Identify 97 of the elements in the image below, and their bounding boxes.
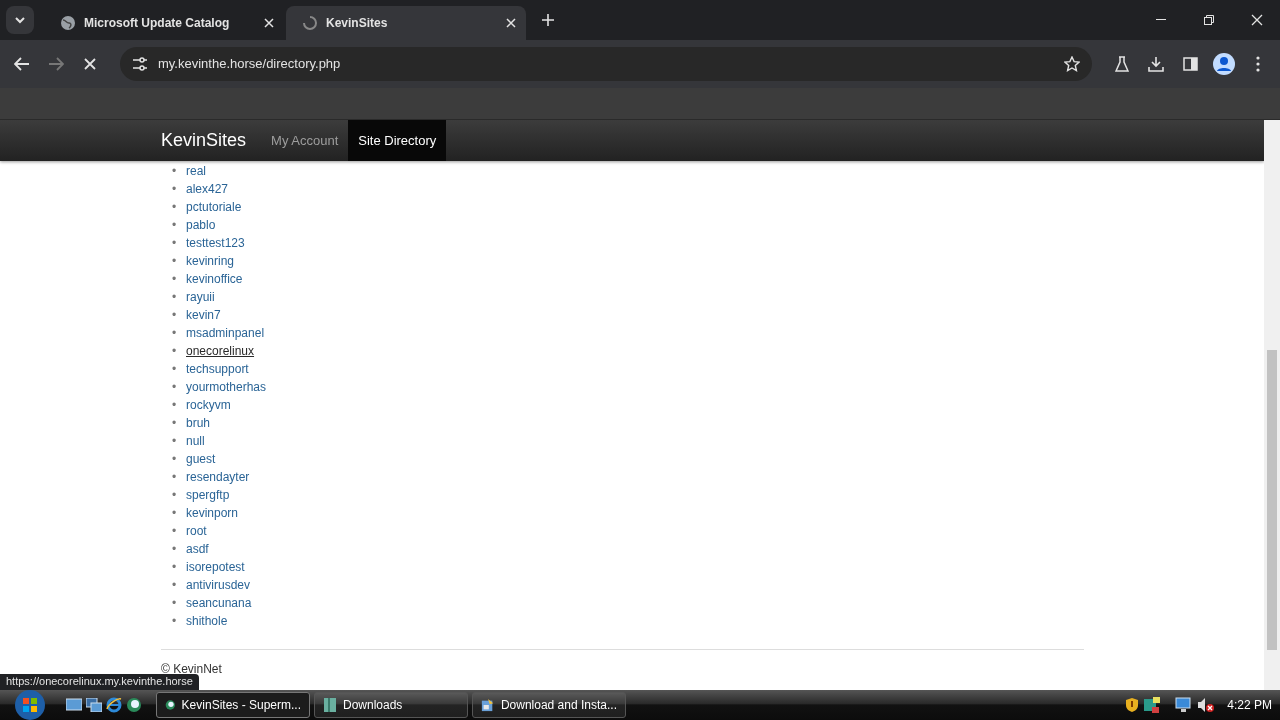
site-settings-icon xyxy=(132,57,148,71)
list-bullet: • xyxy=(172,379,178,396)
chevron-down-icon xyxy=(14,14,26,26)
list-bullet: • xyxy=(172,595,178,612)
list-bullet: • xyxy=(172,487,178,504)
site-link[interactable]: spergftp xyxy=(186,488,230,502)
close-icon[interactable] xyxy=(506,18,516,28)
tab-list-button[interactable] xyxy=(6,6,34,34)
site-link[interactable]: kevinporn xyxy=(186,506,239,520)
list-bullet: • xyxy=(172,433,178,450)
site-link[interactable]: yourmotherhas xyxy=(186,380,267,394)
list-bullet: • xyxy=(172,415,178,432)
list-bullet: • xyxy=(172,181,178,198)
site-link[interactable]: rayuii xyxy=(186,290,215,304)
clock: 4:22 PM xyxy=(1227,697,1272,714)
avatar-icon xyxy=(1213,53,1235,75)
scrollbar-thumb[interactable] xyxy=(1267,350,1277,650)
footer-text: © KevinNet xyxy=(161,662,223,676)
site-link[interactable]: null xyxy=(186,434,205,448)
site-link[interactable]: shithole xyxy=(186,614,228,628)
list-bullet: • xyxy=(172,505,178,522)
site-link[interactable]: msadminpanel xyxy=(186,326,265,340)
site-link[interactable]: root xyxy=(186,524,207,538)
installer-icon xyxy=(481,697,495,713)
show-desktop-icon[interactable] xyxy=(66,698,82,712)
browser-e-icon[interactable] xyxy=(106,697,122,713)
back-arrow-icon xyxy=(14,57,30,71)
site-link[interactable]: onecorelinux xyxy=(186,344,255,358)
browser-icon xyxy=(165,697,176,713)
list-bullet: • xyxy=(172,577,178,594)
site-link[interactable]: kevinring xyxy=(186,254,235,268)
list-bullet: • xyxy=(172,271,178,288)
list-bullet: • xyxy=(172,343,178,360)
profile-button[interactable] xyxy=(1210,50,1238,78)
volume-muted-icon[interactable] xyxy=(1197,697,1216,713)
site-link[interactable]: alex427 xyxy=(186,182,229,196)
close-icon[interactable] xyxy=(264,18,274,28)
site-link[interactable]: kevinoffice xyxy=(186,272,243,286)
address-bar[interactable]: my.kevinthe.horse/directory.php xyxy=(120,47,1092,81)
flask-icon xyxy=(1115,56,1129,72)
stop-icon xyxy=(84,58,96,70)
list-bullet: • xyxy=(172,469,178,486)
browser-tab[interactable]: Microsoft Update Catalog xyxy=(44,6,284,40)
download-icon xyxy=(1148,56,1164,72)
menu-icon xyxy=(1256,56,1260,72)
link-url-tooltip: https://onecorelinux.my.kevinthe.horse xyxy=(0,674,199,690)
star-icon[interactable] xyxy=(1064,56,1080,72)
site-link[interactable]: real xyxy=(186,164,206,178)
site-link[interactable]: bruh xyxy=(186,416,211,430)
list-bullet: • xyxy=(172,235,178,252)
site-logo[interactable]: KevinSites xyxy=(161,120,247,161)
switch-windows-icon[interactable] xyxy=(86,698,102,712)
folder-icon xyxy=(323,697,337,713)
plus-icon xyxy=(542,14,554,26)
site-link[interactable]: guest xyxy=(186,452,216,466)
list-bullet: • xyxy=(172,361,178,378)
taskbar-button[interactable]: Download and Insta... xyxy=(472,692,626,718)
site-link[interactable]: seancunana xyxy=(186,596,252,610)
site-link[interactable]: techsupport xyxy=(186,362,249,376)
list-bullet: • xyxy=(172,217,178,234)
list-bullet: • xyxy=(172,289,178,306)
taskbar-button[interactable]: Downloads xyxy=(314,692,468,718)
side-panel-icon xyxy=(1182,57,1198,71)
site-link[interactable]: antivirusdev xyxy=(186,578,251,592)
list-bullet: • xyxy=(172,325,178,342)
browser-icon[interactable] xyxy=(126,697,142,713)
security-shield-icon[interactable] xyxy=(1125,697,1140,713)
site-link[interactable]: kevin7 xyxy=(186,308,221,322)
taskbar-button[interactable]: KevinSites - Superm... xyxy=(156,692,310,718)
list-bullet: • xyxy=(172,307,178,324)
site-link[interactable]: asdf xyxy=(186,542,209,556)
list-bullet: • xyxy=(172,523,178,540)
minimize-icon xyxy=(1156,19,1166,21)
monitor-tray-icon[interactable] xyxy=(1175,697,1194,713)
nav-link[interactable]: My Account xyxy=(261,120,349,161)
list-bullet: • xyxy=(172,253,178,270)
list-bullet: • xyxy=(172,397,178,414)
site-link[interactable]: pablo xyxy=(186,218,216,232)
scrollbar[interactable] xyxy=(1264,120,1280,690)
forward-arrow-icon xyxy=(48,57,64,71)
list-bullet: • xyxy=(172,163,178,180)
list-bullet: • xyxy=(172,613,178,630)
close-icon xyxy=(1251,14,1263,26)
site-link[interactable]: isorepotest xyxy=(186,560,245,574)
url-text: my.kevinthe.horse/directory.php xyxy=(158,55,342,74)
site-link[interactable]: rockyvm xyxy=(186,398,231,412)
site-link[interactable]: testtest123 xyxy=(186,236,245,250)
browser-tab[interactable]: KevinSites xyxy=(286,6,526,40)
site-link[interactable]: pctutoriale xyxy=(186,200,242,214)
nav-link[interactable]: Site Directory xyxy=(348,120,447,161)
site-link[interactable]: resendayter xyxy=(186,470,250,484)
list-bullet: • xyxy=(172,559,178,576)
list-bullet: • xyxy=(172,451,178,468)
restore-icon xyxy=(1204,15,1214,25)
list-bullet: • xyxy=(172,541,178,558)
network-tray-icon[interactable] xyxy=(1143,696,1162,714)
list-bullet: • xyxy=(172,199,178,216)
